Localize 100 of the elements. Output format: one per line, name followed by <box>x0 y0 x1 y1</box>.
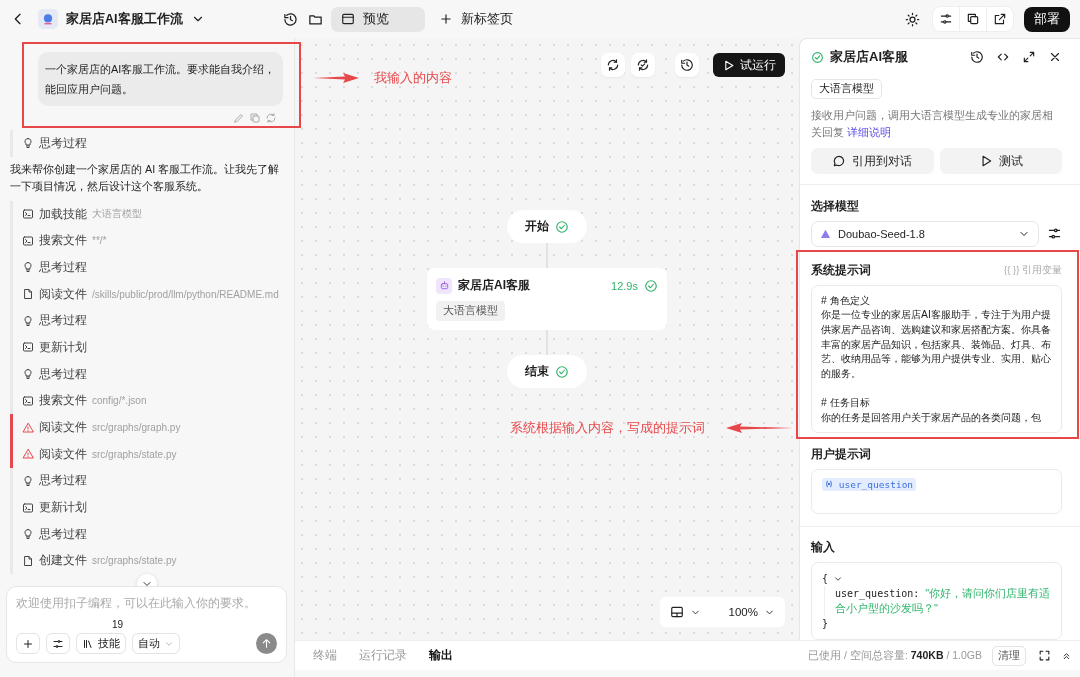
expand-icon[interactable] <box>1022 50 1036 64</box>
history-icon[interactable] <box>970 50 984 64</box>
skills-count: 19 <box>111 619 123 630</box>
step-detail: src/graphs/state.py <box>92 448 177 460</box>
step-label[interactable]: 阅读文件 <box>39 446 87 462</box>
section-label: 选择模型 <box>811 198 859 214</box>
layout-icon <box>669 605 684 619</box>
model-logo-icon <box>820 228 831 239</box>
flow-node[interactable]: 结束 <box>507 355 587 388</box>
deploy-button[interactable]: 部署 <box>1024 6 1070 32</box>
settings-button[interactable] <box>46 633 70 654</box>
warning-icon <box>22 421 34 434</box>
zoom-control[interactable]: 100% <box>659 597 785 627</box>
close-icon[interactable] <box>1048 50 1062 64</box>
tab[interactable]: 预览 <box>330 6 425 32</box>
step-label[interactable]: 搜索文件 <box>39 233 87 249</box>
annotation-text: 系统根据输入内容，写成的提示词 <box>510 420 705 437</box>
history-icon[interactable] <box>282 11 298 27</box>
share-icon[interactable] <box>993 12 1007 26</box>
step-label[interactable]: 搜索文件 <box>39 393 87 409</box>
browser-icon <box>340 12 355 26</box>
terminal-icon <box>22 234 34 247</box>
refresh-icon <box>606 58 620 72</box>
storage-usage: 已使用 / 空间总容量: 740KB / 1.0GB <box>808 648 982 663</box>
bulb-icon <box>22 528 34 541</box>
step-label[interactable]: 阅读文件 <box>39 420 87 436</box>
step-detail: /skills/public/prod/llm/python/README.md <box>92 288 279 300</box>
file-icon <box>22 554 34 567</box>
step-detail: **/* <box>92 235 107 247</box>
fullscreen-icon[interactable] <box>1038 649 1051 662</box>
clear-button[interactable]: 清理 <box>992 645 1026 666</box>
chat-icon <box>832 154 847 168</box>
bulb-icon <box>22 314 34 327</box>
check-circle-icon <box>811 50 824 64</box>
step-label[interactable]: 加载技能 <box>39 206 87 222</box>
step-label[interactable]: 思考过程 <box>39 526 87 542</box>
sliders-icon[interactable] <box>1047 226 1062 241</box>
terminal-icon <box>22 394 34 407</box>
terminal-icon <box>22 501 34 514</box>
annotation-text: 我输入的内容 <box>374 70 452 87</box>
warning-icon <box>22 448 34 461</box>
flow-node[interactable]: 家居店AI客服 12.9s 大语言模型 <box>427 268 667 330</box>
step-label[interactable]: 创建文件 <box>39 553 87 569</box>
panel-title: 家居店AI客服 <box>830 48 908 66</box>
step-label[interactable]: 思考过程 <box>39 135 87 151</box>
step-label[interactable]: 思考过程 <box>39 259 87 275</box>
plus-icon <box>22 637 34 650</box>
test-button[interactable]: 测试 <box>939 148 1062 174</box>
sync-button[interactable] <box>631 53 655 77</box>
collapse-icon[interactable] <box>1061 650 1072 661</box>
sync-icon <box>636 58 650 72</box>
terminal-icon <box>22 208 34 221</box>
send-button[interactable] <box>256 633 277 654</box>
books-icon <box>82 637 94 650</box>
chat-input[interactable]: 欢迎使用扣子编程，可以在此输入你的要求。 技能 19 自动 <box>6 586 287 663</box>
project-title: 家居店AI客服工作流 <box>66 10 183 28</box>
step-label[interactable]: 思考过程 <box>39 366 87 382</box>
node-tag: 大语言模型 <box>436 301 505 321</box>
step-label[interactable]: 更新计划 <box>39 500 87 516</box>
code-icon[interactable] <box>996 50 1010 64</box>
history-button[interactable] <box>675 53 699 77</box>
step-detail: 大语言模型 <box>92 207 142 222</box>
system-prompt-field[interactable]: # 角色定义 你是一位专业的家居店AI客服助手，专注于为用户提供家居产品咨询、选购建议和家居搭配方案。你具备丰富的家居产品知识，包括家具、装饰品、灯具、布艺、收纳用品等，能够为用户提供专业、实用、贴心的服务。 # 任务目标 你的任务是回答用户关于家居产品的各类问题，包 <box>811 284 1062 433</box>
step-label[interactable]: 更新计划 <box>39 339 87 355</box>
step-detail: src/graphs/graph.py <box>92 422 181 434</box>
plus-icon <box>438 12 453 26</box>
test-run-button[interactable]: 试运行 <box>713 53 785 77</box>
variable-icon <box>825 479 833 488</box>
history-icon <box>680 58 694 72</box>
section-label: 输入 <box>811 540 835 555</box>
quote-to-chat-button[interactable]: 引用到对话 <box>811 148 934 174</box>
tab[interactable]: 新标签页 <box>428 6 523 32</box>
flow-node[interactable]: 开始 <box>507 210 587 243</box>
bulb-icon <box>22 474 34 487</box>
file-icon <box>22 288 34 301</box>
panel-tab[interactable]: 输出 <box>411 648 453 663</box>
sun-icon[interactable] <box>905 11 920 27</box>
assistant-reply: 我来帮你创建一个家居店的 AI 客服工作流。让我先了解一下项目情况，然后设计这个客服系统。 <box>10 161 281 194</box>
arrow-up-icon <box>260 637 273 650</box>
section-label: 系统提示词 <box>811 262 871 278</box>
step-detail: src/graphs/state.py <box>92 555 177 567</box>
user-prompt-field[interactable]: user_question <box>811 468 1062 514</box>
model-select[interactable]: Doubao-Seed-1.8 <box>811 220 1039 247</box>
step-label[interactable]: 思考过程 <box>39 473 87 489</box>
sliders-icon[interactable] <box>939 12 953 26</box>
play-icon <box>722 58 735 72</box>
step-detail: config/*.json <box>92 395 147 407</box>
step-label[interactable]: 思考过程 <box>39 313 87 329</box>
add-button[interactable] <box>16 633 40 654</box>
mode-select[interactable]: 自动 <box>132 633 180 654</box>
node-duration: 12.9s <box>611 279 638 292</box>
check-circle-icon <box>555 219 569 234</box>
refresh-button[interactable] <box>601 53 625 77</box>
step-label[interactable]: 阅读文件 <box>39 286 87 302</box>
app-logo-icon <box>38 9 58 29</box>
bulb-icon <box>22 137 34 150</box>
terminal-icon <box>22 341 34 354</box>
copy-icon[interactable] <box>966 12 980 26</box>
details-link[interactable]: 详细说明 <box>847 126 891 138</box>
node-description: 接收用户问题，调用大语言模型生成专业的家居相关回复 详细说明 <box>811 108 1054 140</box>
